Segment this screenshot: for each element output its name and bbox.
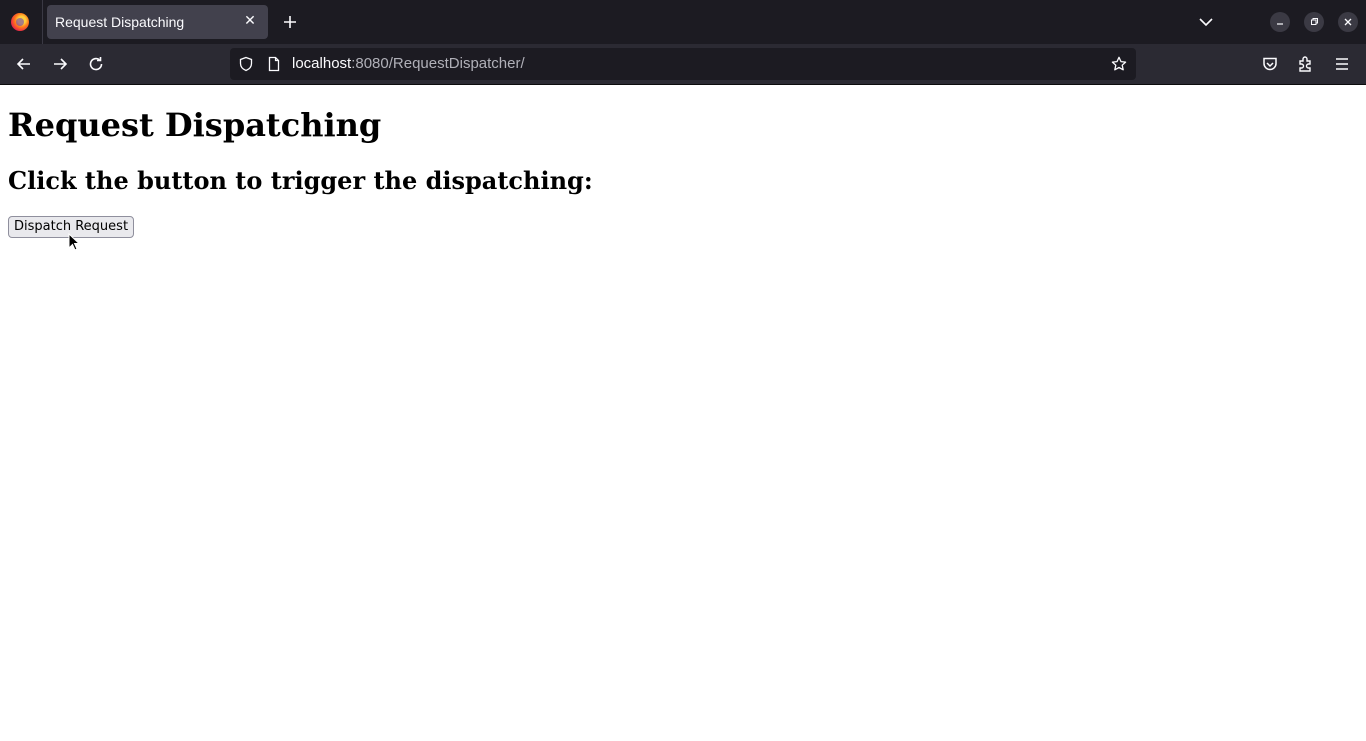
close-icon[interactable]: ✕ <box>242 12 258 30</box>
tab-strip: Request Dispatching ✕ <box>0 0 1366 44</box>
page-viewport: Request Dispatching Click the button to … <box>0 85 1366 741</box>
document-icon[interactable] <box>266 56 282 72</box>
tab-separator <box>42 0 43 44</box>
tab-title: Request Dispatching <box>55 14 185 30</box>
reload-icon[interactable] <box>86 54 106 74</box>
url-text[interactable]: localhost:8080/RequestDispatcher/ <box>292 55 525 72</box>
url-path: :8080/RequestDispatcher/ <box>351 55 525 72</box>
minimize-icon[interactable] <box>1270 12 1290 32</box>
url-bar[interactable]: localhost:8080/RequestDispatcher/ <box>230 48 1136 80</box>
page-title: Request Dispatching <box>8 106 382 144</box>
tab-request-dispatching[interactable]: Request Dispatching ✕ <box>47 5 268 39</box>
shield-icon[interactable] <box>238 56 254 72</box>
pocket-icon[interactable] <box>1260 54 1280 74</box>
chevron-down-icon[interactable] <box>1196 12 1216 32</box>
arrow-right-icon[interactable] <box>50 54 70 74</box>
navigation-toolbar: localhost:8080/RequestDispatcher/ <box>0 44 1366 85</box>
restore-icon[interactable] <box>1304 12 1324 32</box>
mouse-cursor-icon <box>68 232 81 251</box>
star-icon[interactable] <box>1111 56 1127 72</box>
firefox-logo-icon[interactable] <box>11 13 29 31</box>
plus-icon[interactable] <box>280 12 300 32</box>
arrow-left-icon[interactable] <box>14 54 34 74</box>
hamburger-icon[interactable] <box>1332 54 1352 74</box>
page-subtitle: Click the button to trigger the dispatch… <box>8 166 593 195</box>
puzzle-icon[interactable] <box>1296 54 1316 74</box>
window-close-icon[interactable] <box>1338 12 1358 32</box>
url-host: localhost <box>292 55 352 72</box>
